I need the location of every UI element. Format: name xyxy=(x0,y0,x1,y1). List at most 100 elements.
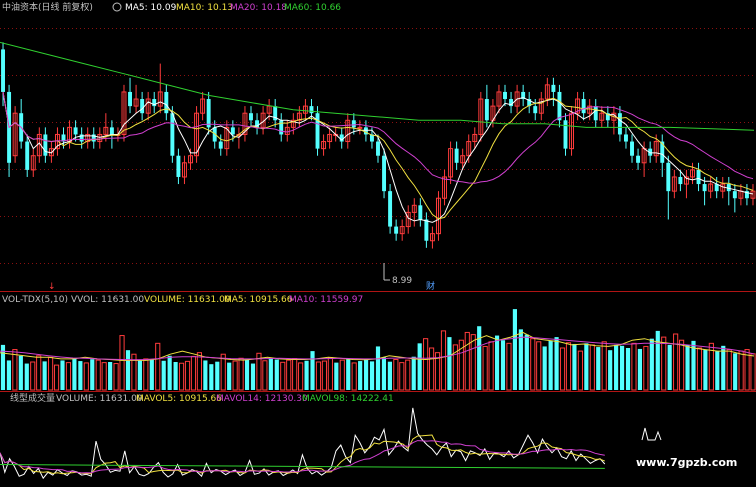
volume-bar xyxy=(572,343,577,390)
volume-bar xyxy=(477,326,482,390)
volume-bar xyxy=(184,360,191,391)
candle-body xyxy=(418,205,423,220)
low-price-label: 8.99 xyxy=(392,276,412,286)
volume-bar xyxy=(631,342,637,391)
candle-body xyxy=(702,184,707,192)
mavol14-label: MAVOL14: 12130.30 xyxy=(216,394,308,404)
candle-body xyxy=(315,113,320,149)
volume-bar xyxy=(542,346,547,390)
volume-bar xyxy=(393,359,399,391)
line-volume-panel xyxy=(0,407,662,480)
volume-bar xyxy=(577,350,583,391)
volume-bar xyxy=(447,337,452,390)
cai-marker: 财 xyxy=(426,280,435,292)
volume-bar xyxy=(292,358,298,391)
volume-bar xyxy=(310,351,315,390)
volume-bar xyxy=(589,344,595,391)
volume-bar xyxy=(506,342,512,391)
volume-bar xyxy=(339,359,345,391)
volume-bar xyxy=(90,359,95,390)
volume-bar xyxy=(375,346,381,390)
volume-bar xyxy=(143,358,149,391)
volume-bar xyxy=(78,361,83,390)
volume-bar xyxy=(625,348,631,390)
candle-body xyxy=(170,113,175,156)
mavol5-label: MAVOL5: 10915.66 xyxy=(136,394,222,404)
volume-bar xyxy=(18,355,23,390)
volume-bar xyxy=(715,351,720,390)
candle-body xyxy=(73,127,78,135)
candle-body xyxy=(206,99,211,128)
volume-bar xyxy=(399,362,405,391)
volume-bar xyxy=(173,362,178,390)
settings-icon[interactable] xyxy=(112,2,122,12)
candle-body xyxy=(140,99,145,114)
candle-body xyxy=(25,141,30,170)
candle-body xyxy=(176,155,181,177)
red-marker: ↓ xyxy=(48,282,56,292)
candle-body xyxy=(279,120,284,135)
mavol98-label: MAVOL98: 14222.41 xyxy=(302,394,394,404)
candle-body xyxy=(230,127,235,135)
volume-bar xyxy=(155,342,161,391)
candle-body xyxy=(394,226,399,234)
volume-bar xyxy=(36,355,42,391)
volume-bar xyxy=(280,361,286,391)
volume-bar xyxy=(262,360,268,391)
volume-bar xyxy=(601,341,607,391)
vol-indicator-name: VOL-TDX(5,10) xyxy=(2,295,68,305)
volume-bar xyxy=(209,364,214,390)
volume-bar xyxy=(119,335,125,391)
volume-bar xyxy=(149,359,154,390)
candle-body xyxy=(624,134,628,142)
volume-bar xyxy=(203,360,208,390)
volume-bar xyxy=(548,340,553,390)
volume-bar xyxy=(65,362,72,391)
volume-bar xyxy=(220,353,226,391)
volume-bar xyxy=(482,345,488,391)
volume-bar xyxy=(351,362,357,391)
volume-bar xyxy=(417,343,422,390)
candle-body xyxy=(593,106,598,121)
volume-label: VOLUME: 11631.00 xyxy=(144,295,231,305)
volume-bar xyxy=(42,361,47,390)
volume-bar xyxy=(298,362,304,391)
volume-bar xyxy=(60,360,65,390)
volume-bar xyxy=(584,343,589,390)
stock-title: 中油资本(日线 前复权) xyxy=(2,1,93,13)
volume-bar xyxy=(738,350,744,391)
volume-bar xyxy=(48,356,54,391)
volume-bar xyxy=(524,334,529,390)
candle-body xyxy=(557,91,562,121)
candle-body xyxy=(636,155,641,163)
volume-bar xyxy=(643,345,649,391)
volume-bar xyxy=(470,334,476,391)
volume-bar xyxy=(321,360,328,391)
candle-body xyxy=(678,176,683,185)
candle-body xyxy=(357,126,363,129)
candle-body xyxy=(109,127,114,135)
volume-bar xyxy=(364,358,369,390)
volume-bar xyxy=(238,357,244,391)
ma20-label: MA20: 10.18 xyxy=(230,3,287,13)
volume-bar xyxy=(137,360,142,390)
stock-chart: 中油资本(日线 前复权) MA5: 10.09 MA10: 10.13 MA20… xyxy=(0,1,756,480)
candle-body xyxy=(424,219,429,241)
volume-panel xyxy=(0,309,756,391)
volume-bar xyxy=(661,336,667,391)
volume-bar xyxy=(696,347,703,391)
candle-body xyxy=(454,148,459,163)
volume-bar xyxy=(667,344,672,390)
ma10-label: MA10: 10.13 xyxy=(176,3,233,13)
candle-body xyxy=(732,191,737,199)
volume-bar xyxy=(423,338,429,391)
volume-bar xyxy=(196,352,203,391)
volume-bar xyxy=(559,347,566,391)
candle-body xyxy=(351,120,356,128)
volume-bar xyxy=(232,360,238,391)
candle-body xyxy=(581,99,586,114)
candle-body xyxy=(388,191,393,227)
line-indicator-name: 线型成交量 xyxy=(10,392,55,404)
ma60-label: MA60: 10.66 xyxy=(284,3,341,13)
volume-bar xyxy=(53,364,60,391)
